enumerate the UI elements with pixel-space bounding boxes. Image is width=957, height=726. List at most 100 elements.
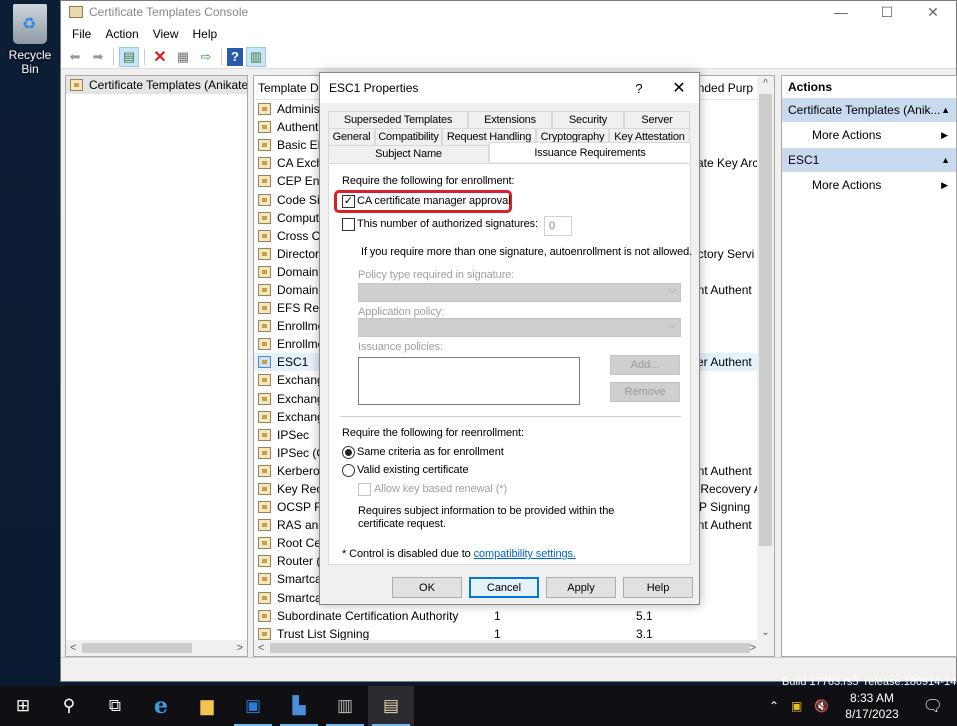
authorized-signatures-checkbox[interactable] xyxy=(342,218,355,231)
show-hidden-icons[interactable]: ⌃ xyxy=(763,699,785,713)
tree-item-certificate-templates[interactable]: Certificate Templates (Anikate-D xyxy=(66,76,247,94)
ok-button[interactable]: OK xyxy=(392,577,462,598)
scroll-left-icon[interactable]: < xyxy=(70,642,76,654)
certificate-template-icon xyxy=(258,501,271,514)
console-tree: Certificate Templates (Anikate-D < > xyxy=(65,75,248,657)
minimize-button[interactable]: — xyxy=(818,1,864,23)
certificate-template-icon xyxy=(258,410,271,423)
collapse-icon[interactable]: ▲ xyxy=(941,105,950,115)
more-actions-item[interactable]: More Actions ▶ xyxy=(782,122,956,148)
certificate-templates-icon[interactable]: ▤ xyxy=(368,686,414,726)
toolbar-separator xyxy=(113,48,114,65)
delete-icon[interactable]: ✕ xyxy=(150,47,170,67)
column-header-intended-purposes[interactable]: ended Purp xyxy=(691,81,761,95)
certificate-template-icon xyxy=(258,229,271,242)
valid-existing-radio[interactable] xyxy=(342,464,355,477)
ca-manager-approval-checkbox[interactable]: ✓ xyxy=(342,195,355,208)
scroll-thumb[interactable] xyxy=(270,643,750,653)
search-icon[interactable]: ⚲ xyxy=(46,686,92,726)
tab-compatibility[interactable]: Compatibility xyxy=(375,128,442,145)
tree-horizontal-scrollbar[interactable]: < > xyxy=(66,640,247,656)
menu-help[interactable]: Help xyxy=(186,27,225,41)
intended-purposes-cell: ectory Servi xyxy=(691,246,755,261)
intended-purposes-cell: SP Signing xyxy=(691,500,751,515)
network-tool-icon[interactable]: ▙ xyxy=(276,686,322,726)
scroll-up-icon[interactable]: ^ xyxy=(757,78,774,89)
reenrollment-heading: Require the following for reenrollment: xyxy=(342,427,524,439)
show-hide-action-pane-icon[interactable]: ▥ xyxy=(246,46,266,67)
tab-server[interactable]: Server xyxy=(624,111,690,128)
action-group-label: ESC1 xyxy=(788,153,820,167)
task-view-icon[interactable]: ⧉ xyxy=(92,686,138,726)
template-name: ESC1 xyxy=(277,355,309,370)
internet-explorer-icon[interactable]: e xyxy=(138,686,184,726)
tab-subject-name[interactable]: Subject Name xyxy=(328,145,489,162)
scroll-left-icon[interactable]: < xyxy=(258,642,264,654)
table-row[interactable]: Subordinate Certification Authority 1 5.1 xyxy=(254,607,774,625)
dialog-close-button[interactable]: ✕ xyxy=(659,78,699,98)
tab-extensions[interactable]: Extensions xyxy=(468,111,552,128)
server-manager-icon[interactable]: ▣ xyxy=(230,686,276,726)
remove-button[interactable]: Remove xyxy=(610,382,680,402)
close-button[interactable]: ✕ xyxy=(910,1,956,23)
authorized-signatures-input[interactable]: 0 xyxy=(544,216,572,236)
collapse-icon[interactable]: ▲ xyxy=(941,155,950,165)
same-criteria-radio[interactable] xyxy=(342,446,355,459)
more-actions-item[interactable]: More Actions ▶ xyxy=(782,172,956,198)
template-name: Subordinate Certification Authority xyxy=(277,608,459,623)
scroll-down-icon[interactable]: ⌄ xyxy=(757,627,774,638)
action-group-esc1[interactable]: ESC1 ▲ xyxy=(782,148,956,172)
enrollment-heading: Require the following for enrollment: xyxy=(342,175,515,187)
network-warning-icon[interactable]: ▣ xyxy=(785,699,808,713)
version-cell: 5.1 xyxy=(636,608,653,623)
application-policy-dropdown[interactable] xyxy=(358,318,681,337)
compatibility-settings-link[interactable]: compatibility settings. xyxy=(474,548,576,560)
issuance-policies-list[interactable] xyxy=(358,357,580,405)
help-button[interactable]: Help xyxy=(623,577,693,598)
ca-manager-approval-label: CA certificate manager approval xyxy=(357,195,511,207)
back-arrow-icon[interactable]: ⬅ xyxy=(65,47,85,67)
certification-authority-icon[interactable]: ▥ xyxy=(322,686,368,726)
help-icon[interactable]: ? xyxy=(227,47,243,66)
show-hide-console-tree-icon[interactable]: ▤ xyxy=(119,46,139,67)
scroll-thumb[interactable] xyxy=(82,643,192,653)
certificate-template-icon xyxy=(258,175,271,188)
scroll-right-icon[interactable]: > xyxy=(237,642,243,654)
dialog-help-button[interactable]: ? xyxy=(619,81,659,96)
scroll-right-icon[interactable]: > xyxy=(750,642,756,654)
template-name: Trust List Signing xyxy=(277,626,370,641)
clock-date: 8/17/2023 xyxy=(845,707,899,721)
menu-view[interactable]: View xyxy=(146,27,186,41)
list-vertical-scrollbar[interactable]: ^ ⌄ xyxy=(757,76,774,640)
notifications-icon[interactable]: 🗨 xyxy=(909,696,957,716)
actions-title: Actions xyxy=(788,80,833,94)
file-explorer-icon[interactable]: ▆ xyxy=(184,686,230,726)
toolbar-separator xyxy=(221,48,222,65)
volume-muted-icon[interactable]: 🔇 xyxy=(808,699,835,713)
clock[interactable]: 8:33 AM 8/17/2023 xyxy=(835,690,908,722)
scroll-thumb[interactable] xyxy=(759,94,772,546)
policy-type-dropdown[interactable] xyxy=(358,283,681,302)
recycle-bin[interactable]: Recycle Bin xyxy=(0,2,60,76)
forward-arrow-icon[interactable]: ➡ xyxy=(88,47,108,67)
add-button[interactable]: Add... xyxy=(610,355,680,375)
tab-superseded-templates[interactable]: Superseded Templates xyxy=(328,111,468,128)
tab-security[interactable]: Security xyxy=(552,111,624,128)
allow-key-renewal-checkbox[interactable] xyxy=(358,483,371,496)
export-list-icon[interactable]: ⇨ xyxy=(196,47,216,67)
list-horizontal-scrollbar[interactable]: < > xyxy=(254,640,774,656)
tab-issuance-requirements[interactable]: Issuance Requirements xyxy=(489,142,691,162)
certificate-template-icon xyxy=(258,302,271,315)
apply-button[interactable]: Apply xyxy=(546,577,616,598)
subject-info-note: Requires subject information to be provi… xyxy=(358,505,615,530)
menu-file[interactable]: File xyxy=(65,27,98,41)
action-group-certificate-templates[interactable]: Certificate Templates (Anik... ▲ xyxy=(782,98,956,122)
menu-action[interactable]: Action xyxy=(98,27,145,41)
tab-general[interactable]: General xyxy=(328,128,375,145)
start-icon[interactable]: ⊞ xyxy=(0,686,46,726)
cancel-button[interactable]: Cancel xyxy=(469,577,539,598)
certificate-template-icon xyxy=(258,537,271,550)
certificate-template-icon xyxy=(258,139,271,152)
properties-icon[interactable]: ▦ xyxy=(173,47,193,67)
maximize-button[interactable]: ☐ xyxy=(864,1,910,23)
